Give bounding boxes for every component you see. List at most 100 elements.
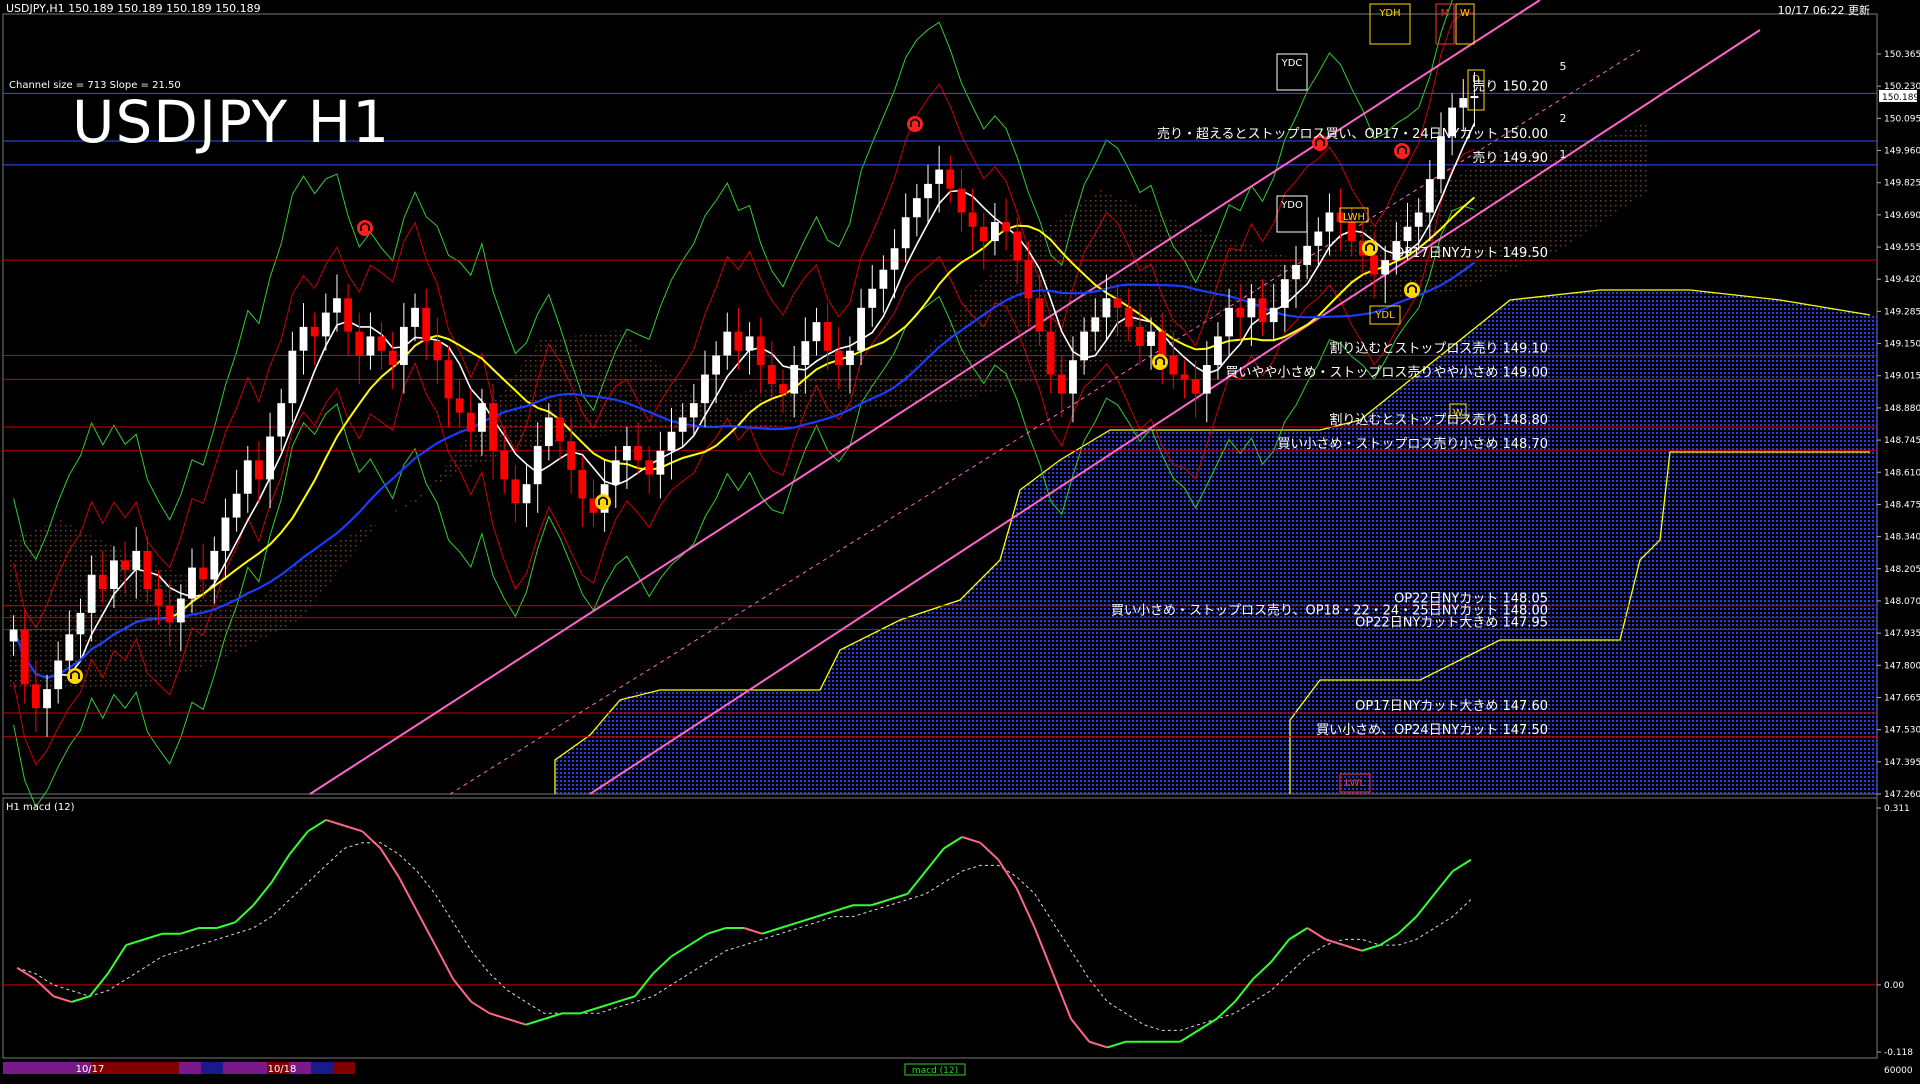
macd-segment [1015, 887, 1036, 929]
price-tick-label: 150.365 [1884, 50, 1920, 60]
blue-cloud-area [555, 290, 1877, 794]
candle-body [199, 567, 208, 580]
session-block [223, 1062, 245, 1074]
candle-body [243, 460, 252, 494]
macd-segment [1197, 1018, 1218, 1032]
chart-svg: YDH M WYDCDYDOLWHYDLLWLW521 売り 150.20売り・超え… [2, 0, 1920, 1076]
macd-segment [1270, 938, 1290, 963]
candle-body [1002, 222, 1010, 232]
candle-body [188, 567, 196, 599]
macd-segment [1415, 893, 1436, 918]
candle-body [968, 212, 977, 227]
candle-body [1470, 95, 1479, 99]
price-tick-label: 150.095 [1884, 114, 1920, 124]
session-block [245, 1062, 267, 1074]
macd-segment [1288, 927, 1308, 941]
price-tick-label: 148.475 [1884, 500, 1920, 510]
macd-lines: 0.311 0.00 -0.118 [3, 804, 1913, 1058]
candle-body [1035, 298, 1044, 332]
macd-segment [580, 1006, 599, 1015]
level-label: OP22日NYカット大きめ 147.95 [1355, 616, 1548, 631]
candle-body [611, 460, 620, 485]
signal-badge [1152, 354, 1168, 370]
price-tick-label: 148.205 [1884, 565, 1920, 575]
candle-body [266, 436, 274, 480]
candle-body [790, 365, 799, 394]
date-label-2: 10/18 [268, 1064, 297, 1075]
symbol-info: USDJPY,H1 150.189 150.189 150.189 150.18… [6, 2, 261, 15]
macd-segment [234, 904, 255, 924]
macd-segment [1107, 1040, 1126, 1049]
macd-segment [507, 1018, 527, 1026]
candle-body [901, 217, 910, 249]
candle-body [388, 350, 397, 366]
candle-body [834, 350, 843, 366]
candle-body [1013, 231, 1022, 261]
candle-body [132, 550, 141, 570]
macd-segment [1361, 944, 1381, 952]
price-tick-label: 149.555 [1884, 243, 1920, 253]
candle-body [1102, 298, 1111, 318]
candle-body [912, 198, 921, 218]
indicator-tab-label: macd (12) [912, 1066, 958, 1076]
candle-body [98, 574, 107, 590]
macd-segment [997, 859, 1018, 889]
macd-segment [761, 927, 781, 935]
macd-segment [1433, 870, 1454, 895]
price-tick-label: 149.285 [1884, 307, 1920, 317]
macd-segment [1397, 915, 1418, 935]
session-block [3, 1062, 25, 1074]
candle-body [489, 403, 497, 451]
candle-body [1247, 298, 1256, 318]
signal-badge [67, 668, 83, 684]
candle-body [522, 484, 531, 504]
candle-body [1459, 98, 1468, 108]
price-tick-label: 149.150 [1884, 340, 1920, 350]
macd-segment [743, 927, 763, 935]
macd-segment [525, 1018, 545, 1026]
date-label-1: 10/17 [76, 1064, 105, 1075]
candle-body [466, 412, 475, 432]
signal-badge [595, 494, 611, 510]
price-tick-label: 147.800 [1884, 661, 1920, 671]
macd-tick-label: -0.118 [1884, 1048, 1913, 1058]
signal-badge [1404, 282, 1420, 298]
macd-segment [798, 915, 817, 924]
candle-body [221, 517, 230, 551]
candle-body [210, 550, 219, 580]
candle-body [1024, 260, 1033, 299]
macd-segment [361, 830, 382, 850]
candle-body [1403, 226, 1412, 242]
macd-segment [1052, 973, 1073, 1020]
macd-segment [889, 892, 908, 901]
price-axis: 150.365150.230150.095149.960149.825149.6… [1877, 50, 1920, 800]
candle-body [333, 298, 341, 313]
candle-body [1236, 307, 1245, 318]
candle-body [143, 550, 152, 590]
candle-body [879, 269, 888, 289]
candle-body [500, 450, 509, 480]
candle-body [890, 248, 899, 270]
macd-segment [1343, 944, 1363, 952]
candle-body [121, 560, 129, 570]
candle-body [1147, 331, 1155, 346]
candle-body [1314, 231, 1323, 246]
macd-segment [397, 876, 418, 912]
macd-segment [107, 944, 127, 975]
signal-badge [907, 116, 923, 132]
macd-segment [543, 1012, 563, 1020]
candle-body [9, 629, 18, 642]
marker-label: YDL [1374, 310, 1395, 321]
current-price-label: 150.189 [1882, 93, 1919, 103]
macd-segment [870, 898, 890, 907]
candle-body [935, 169, 944, 184]
macd-segment [943, 836, 963, 850]
macd-segment [1252, 961, 1272, 980]
bottom-bar: 10/17 10/18 macd (12) 60000 [3, 1062, 1913, 1076]
candle-body [1113, 298, 1122, 308]
macd-segment [125, 938, 145, 947]
session-block [333, 1062, 355, 1074]
macd-segment [780, 921, 799, 929]
price-tick-label: 149.420 [1884, 275, 1920, 285]
candle-body [1414, 212, 1423, 227]
